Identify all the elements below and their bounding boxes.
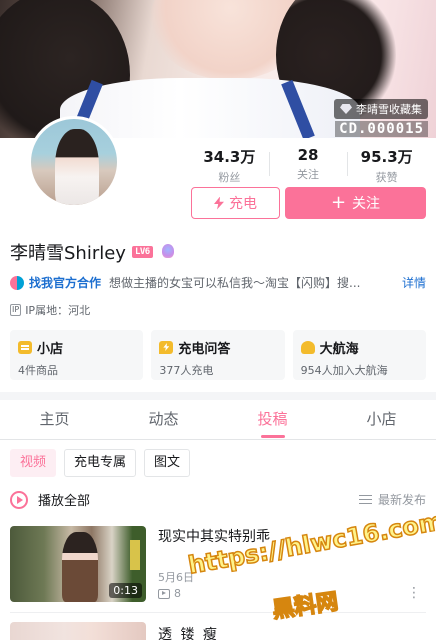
sort-label: 最新发布 [377,493,426,507]
play-icon[interactable] [10,490,28,509]
stat-label: 粉丝 [218,171,241,184]
video-title[interactable]: 透 镂 瘦 [158,624,219,640]
watermark-text: 黑料网 [270,589,340,624]
card-shop[interactable]: 小店 4件商品 [10,330,144,380]
card-sub: 377人充电 [159,364,214,377]
play-all-button[interactable]: 播放全部 [38,490,359,509]
tab-shop[interactable]: 小店 [327,400,436,439]
sort-icon [358,495,372,504]
medal-icon[interactable] [159,243,177,261]
collection-badge[interactable]: 李晴雪收藏集 CD.000015 [334,99,428,137]
chip-video[interactable]: 视频 [10,449,57,477]
card-title: 小店 [37,342,64,357]
watermark: https://hlwc16.com 黑料网 [185,506,436,624]
bilibili-icon [10,275,24,290]
collection-code: CD.000015 [335,121,428,137]
follow-button[interactable]: + 关注 [285,187,426,219]
follow-label: 关注 [352,196,381,212]
video-duration: 0:13 [109,583,142,598]
details-link[interactable]: 详情 [402,274,426,291]
ship-icon [300,341,315,354]
card-sub: 954人加入大航海 [300,364,388,377]
lightning-icon [214,196,224,210]
business-row[interactable]: 找我官方合作 想做主播的女宝可以私信我～淘宝【闪购】搜... 详情 [10,274,426,291]
collection-label: 李晴雪收藏集 [356,103,422,116]
card-charge-qa[interactable]: 充电问答 377人充电 [151,330,285,380]
stat-followers[interactable]: 34.3万 粉丝 [190,146,269,185]
stat-value: 34.3万 [203,148,256,166]
card-title: 充电问答 [178,342,231,357]
plus-icon: + [330,192,347,213]
chip-image-text[interactable]: 图文 [144,449,191,477]
user-name: 李晴雪Shirley [10,243,126,264]
stat-label: 获赞 [375,171,398,184]
chip-charge-only[interactable]: 充电专属 [64,449,137,477]
profile-tabs: 主页 动态 投稿 小店 [0,400,436,440]
level-badge: LV6 [131,246,153,258]
video-thumbnail[interactable] [10,622,146,640]
content-filter: 视频 充电专属 图文 [10,449,191,477]
video-item[interactable]: 透 镂 瘦 [10,622,426,640]
stat-likes[interactable]: 95.3万 获赞 [347,146,426,185]
name-row: 李晴雪Shirley LV6 [10,239,177,265]
diamond-icon [340,104,352,114]
stat-value: 28 [297,146,319,164]
charge-qa-icon [159,341,174,354]
card-sub: 4件商品 [18,364,58,377]
tab-uploads[interactable]: 投稿 [218,400,327,439]
bio-text: 想做主播的女宝可以私信我～淘宝【闪购】搜... [109,276,361,290]
video-thumbnail[interactable]: 0:13 [10,526,146,602]
stats-row: 34.3万 粉丝 28 关注 95.3万 获赞 [190,146,426,185]
stat-value: 95.3万 [360,148,413,166]
tab-home[interactable]: 主页 [0,400,109,439]
stat-following[interactable]: 28 关注 [268,146,348,185]
shop-icon [18,341,32,354]
ip-location: IP IP属地：河北 [10,302,90,318]
play-count-icon [158,588,170,599]
play-count: 8 [174,587,181,600]
play-all-row: 播放全部 最新发布 [10,490,426,509]
stat-label: 关注 [297,168,319,181]
section-divider [0,392,436,400]
avatar[interactable] [28,116,120,208]
business-link[interactable]: 找我官方合作 [29,274,101,291]
feature-cards: 小店 4件商品 充电问答 377人充电 大航海 954人加入大航海 [10,330,426,380]
tab-dynamic[interactable]: 动态 [109,400,218,439]
charge-button[interactable]: 充电 [191,187,280,219]
card-title: 大航海 [319,342,359,357]
sort-button[interactable]: 最新发布 [358,491,426,508]
ip-icon: IP [10,304,22,316]
card-guard[interactable]: 大航海 954人加入大航海 [292,330,426,380]
ip-label: IP属地：河北 [25,304,91,317]
charge-label: 充电 [229,196,257,212]
video-plays: 8 [158,587,181,600]
